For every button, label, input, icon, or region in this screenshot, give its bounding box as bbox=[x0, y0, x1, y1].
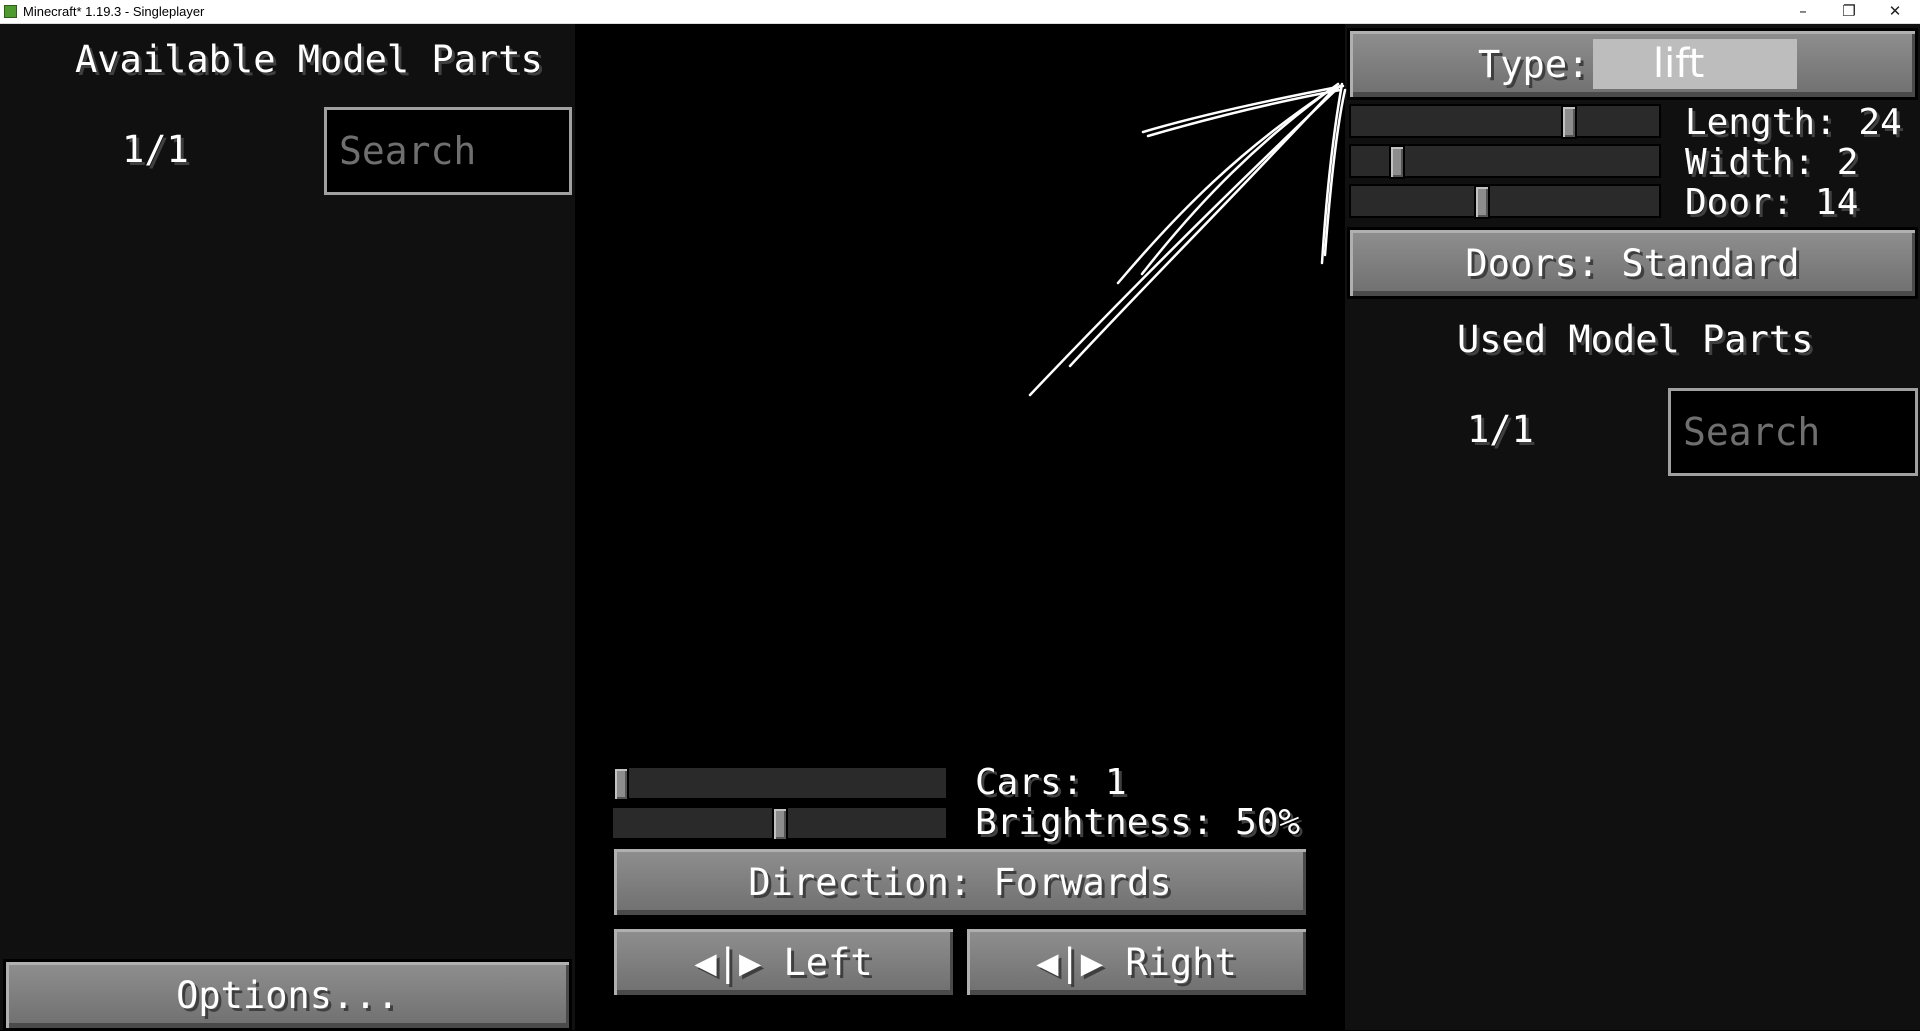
arrow-stroke bbox=[1141, 84, 1345, 134]
arrow-stroke bbox=[1116, 88, 1332, 285]
hand-drawn-arrow-annotation bbox=[1028, 82, 1347, 397]
arrow-stroke bbox=[1323, 88, 1347, 257]
arrow-stroke bbox=[1068, 86, 1337, 368]
